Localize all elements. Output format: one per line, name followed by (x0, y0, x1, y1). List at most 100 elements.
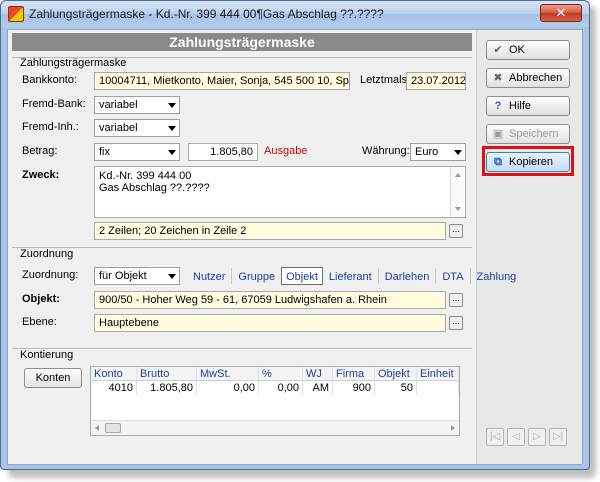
group-title: Kontierung (20, 349, 74, 361)
chevron-down-icon (168, 103, 176, 108)
tab-objekt[interactable]: Objekt (281, 267, 323, 285)
kontierung-table: Konto Brutto MwSt. % WJ Firma Objekt Ein… (90, 366, 460, 436)
scroll-left-icon[interactable] (95, 425, 99, 431)
scroll-right-icon[interactable] (451, 425, 455, 431)
bankkonto-label: Bankkonto: (22, 74, 78, 86)
zweck-scrollbar[interactable] (450, 167, 465, 217)
tab-zahlung[interactable]: Zahlung (472, 267, 522, 285)
ok-label: OK (509, 44, 525, 56)
column-header[interactable]: WJ (303, 367, 333, 380)
chevron-down-icon (454, 150, 462, 155)
column-header[interactable]: Konto (91, 367, 137, 380)
ebene-more-button[interactable]: ... (449, 316, 463, 330)
next-record-icon[interactable]: ▷ (528, 428, 546, 446)
cell-wj: AM (303, 381, 333, 395)
title-bar[interactable]: Zahlungsträgermaske - Kd.-Nr. 399 444 00… (1, 1, 589, 27)
fremdinh-select[interactable]: variabel (94, 119, 180, 137)
table-hscrollbar[interactable] (91, 420, 459, 435)
prev-record-icon[interactable]: ◁ (507, 428, 525, 446)
betrag-label: Betrag: (22, 145, 58, 157)
column-header[interactable]: Einheit (417, 367, 459, 380)
tab-dta[interactable]: DTA (437, 267, 468, 285)
objekt-field[interactable]: 900/50 - Hoher Weg 59 - 61, 67059 Ludwig… (94, 291, 446, 309)
first-record-icon[interactable]: |◁ (486, 428, 504, 446)
tab-gruppe[interactable]: Gruppe (233, 267, 280, 285)
column-header[interactable]: Objekt (375, 367, 417, 380)
column-header[interactable]: Brutto (137, 367, 197, 380)
hilfe-button[interactable]: ? Hilfe (486, 96, 570, 116)
zweck-label: Zweck: (22, 169, 60, 181)
cell-mwst: 0,00 (197, 381, 259, 395)
zweck-more-button[interactable]: ... (449, 224, 463, 238)
objekt-more-button[interactable]: ... (449, 293, 463, 307)
cancel-icon: ✖ (493, 72, 503, 84)
fremdinh-label: Fremd-Inh.: (22, 121, 79, 133)
cell-firma: 900 (333, 381, 375, 395)
zweck-line-2: Gas Abschlag ??.???? (99, 182, 210, 194)
zweck-textarea[interactable]: Kd.-Nr. 399 444 00 Gas Abschlag ??.???? (94, 166, 466, 218)
abbrechen-button[interactable]: ✖ Abbrechen (486, 68, 570, 88)
window-title: Zahlungsträgermaske - Kd.-Nr. 399 444 00… (29, 7, 384, 21)
group-title: Zuordnung (20, 248, 74, 260)
cell-objekt: 50 (375, 381, 417, 395)
tab-darlehen[interactable]: Darlehen (380, 267, 435, 285)
betrag-hint: Ausgabe (264, 145, 308, 157)
record-navigator: |◁ ◁ ▷ ▷| (486, 428, 570, 450)
column-header[interactable]: MwSt. (197, 367, 259, 380)
speichern-label: Speichern (509, 128, 559, 140)
ebene-label: Ebene: (22, 316, 57, 328)
zuordnung-label: Zuordnung: (22, 269, 79, 281)
objekt-label: Objekt: (22, 293, 60, 305)
zuordnung-value: für Objekt (99, 270, 147, 282)
speichern-button[interactable]: ▣ Speichern (486, 124, 570, 144)
fremdbank-value: variabel (99, 99, 138, 111)
fremdbank-label: Fremd-Bank: (22, 98, 86, 110)
dialog-window: Zahlungsträgermaske - Kd.-Nr. 399 444 00… (0, 0, 590, 470)
cell-konto: 4010 (91, 381, 137, 395)
tab-lieferant[interactable]: Lieferant (324, 267, 377, 285)
zuordnung-select[interactable]: für Objekt (94, 267, 180, 285)
cell-percent: 0,00 (259, 381, 303, 395)
group-zuordnung: Zuordnung Zuordnung: für Objekt Nutzer G… (12, 247, 516, 341)
waehrung-label: Währung: (362, 145, 410, 157)
betrag-type-select[interactable]: fix (94, 143, 180, 161)
group-title: Zahlungsträgermaske (20, 57, 127, 69)
hilfe-label: Hilfe (509, 100, 532, 112)
zweck-line-1: Kd.-Nr. 399 444 00 (99, 170, 192, 182)
abbrechen-label: Abbrechen (509, 72, 563, 84)
chevron-down-icon (168, 150, 176, 155)
page-title: Zahlungsträgermaske (12, 33, 472, 51)
client-area: Zahlungsträgermaske Zahlungsträgermaske … (7, 29, 583, 465)
betrag-input[interactable]: 1.805,80 (188, 143, 258, 161)
save-icon: ▣ (492, 128, 504, 140)
table-row[interactable]: 4010 1.805,80 0,00 0,00 AM 900 50 (91, 381, 459, 395)
chevron-down-icon (168, 126, 176, 131)
ok-button[interactable]: ✔ OK (486, 40, 570, 60)
zweck-info: 2 Zeilen; 20 Zeichen in Zeile 2 (94, 222, 446, 240)
kopieren-highlight (482, 146, 574, 176)
group-zahlungstraeger: Zahlungsträgermaske Bankkonto: 10004711,… (12, 57, 472, 245)
zuordnung-tabs: Nutzer Gruppe Objekt Lieferant Darlehen … (188, 267, 522, 285)
scroll-thumb[interactable] (105, 423, 121, 433)
letztmals-field[interactable]: 23.07.2012 (406, 72, 466, 90)
waehrung-value: Euro (415, 146, 439, 158)
waehrung-select[interactable]: Euro (410, 143, 466, 161)
tab-nutzer[interactable]: Nutzer (188, 267, 230, 285)
column-header[interactable]: % (259, 367, 303, 380)
fremdbank-select[interactable]: variabel (94, 96, 180, 114)
scroll-up-icon[interactable] (455, 173, 461, 177)
help-icon: ? (494, 100, 502, 112)
cell-brutto: 1.805,80 (137, 381, 197, 395)
konten-button[interactable]: Konten (24, 368, 82, 388)
bankkonto-field[interactable]: 10004711, Mietkonto, Maier, Sonja, 545 5… (94, 72, 350, 90)
chevron-down-icon (168, 274, 176, 279)
check-icon: ✔ (493, 44, 503, 56)
app-icon (8, 6, 24, 22)
fremdinh-value: variabel (99, 122, 138, 134)
column-header[interactable]: Firma (333, 367, 375, 380)
close-button[interactable]: ✕ (540, 4, 582, 22)
last-record-icon[interactable]: ▷| (549, 428, 567, 446)
scroll-down-icon[interactable] (455, 207, 461, 211)
ebene-field[interactable]: Hauptebene (94, 314, 446, 332)
table-header: Konto Brutto MwSt. % WJ Firma Objekt Ein… (91, 367, 459, 381)
